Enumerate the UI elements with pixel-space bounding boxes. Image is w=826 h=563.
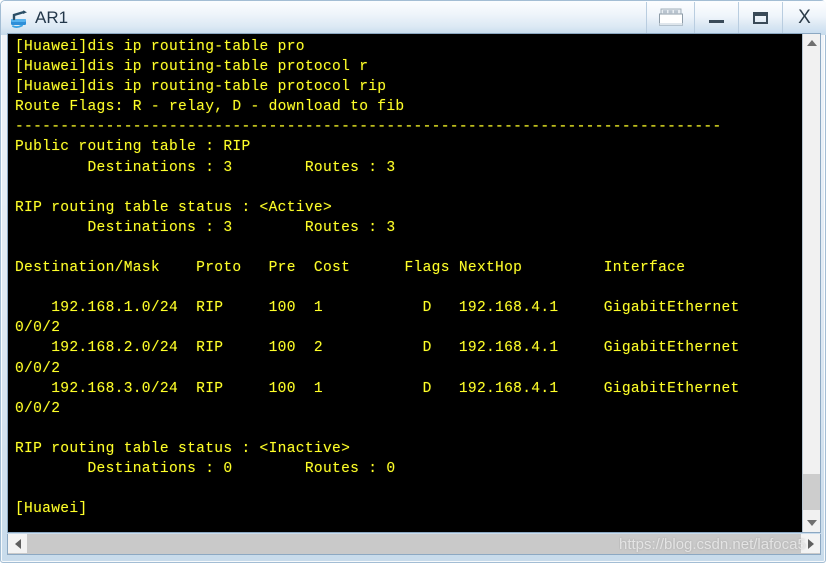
maximize-icon [753, 11, 768, 24]
minimize-icon [709, 19, 724, 23]
scroll-left-button[interactable] [8, 534, 27, 553]
scroll-up-button[interactable] [803, 34, 820, 52]
restore-small-button[interactable] [646, 2, 694, 33]
chevron-up-icon [806, 40, 817, 46]
close-button[interactable]: X [782, 2, 826, 33]
vertical-scrollbar[interactable] [802, 34, 820, 532]
chevron-left-icon [14, 538, 21, 549]
maximize-button[interactable] [738, 2, 782, 33]
terminal-frame: [Huawei]dis ip routing-table pro [Huawei… [7, 33, 821, 533]
chevron-down-icon [806, 520, 817, 526]
window-titlebar[interactable]: AR1 X [1, 1, 826, 35]
scroll-down-button[interactable] [803, 514, 820, 532]
scroll-right-button[interactable] [801, 534, 820, 553]
minimize-button[interactable] [694, 2, 738, 33]
router-icon [9, 7, 31, 29]
close-icon: X [798, 7, 811, 28]
terminal-window: AR1 X [Huawei]dis ip routing-table pro [… [0, 0, 826, 563]
terminal-text: [Huawei]dis ip routing-table pro [Huawei… [15, 39, 740, 518]
titlebar-left-group: AR1 [9, 5, 68, 31]
terminal-output-area[interactable]: [Huawei]dis ip routing-table pro [Huawei… [8, 34, 803, 532]
window-title: AR1 [35, 8, 69, 27]
restore-small-icon [658, 8, 684, 28]
vertical-scrollbar-thumb[interactable] [803, 474, 820, 510]
horizontal-scrollbar[interactable] [7, 534, 821, 555]
chevron-right-icon [807, 538, 814, 549]
